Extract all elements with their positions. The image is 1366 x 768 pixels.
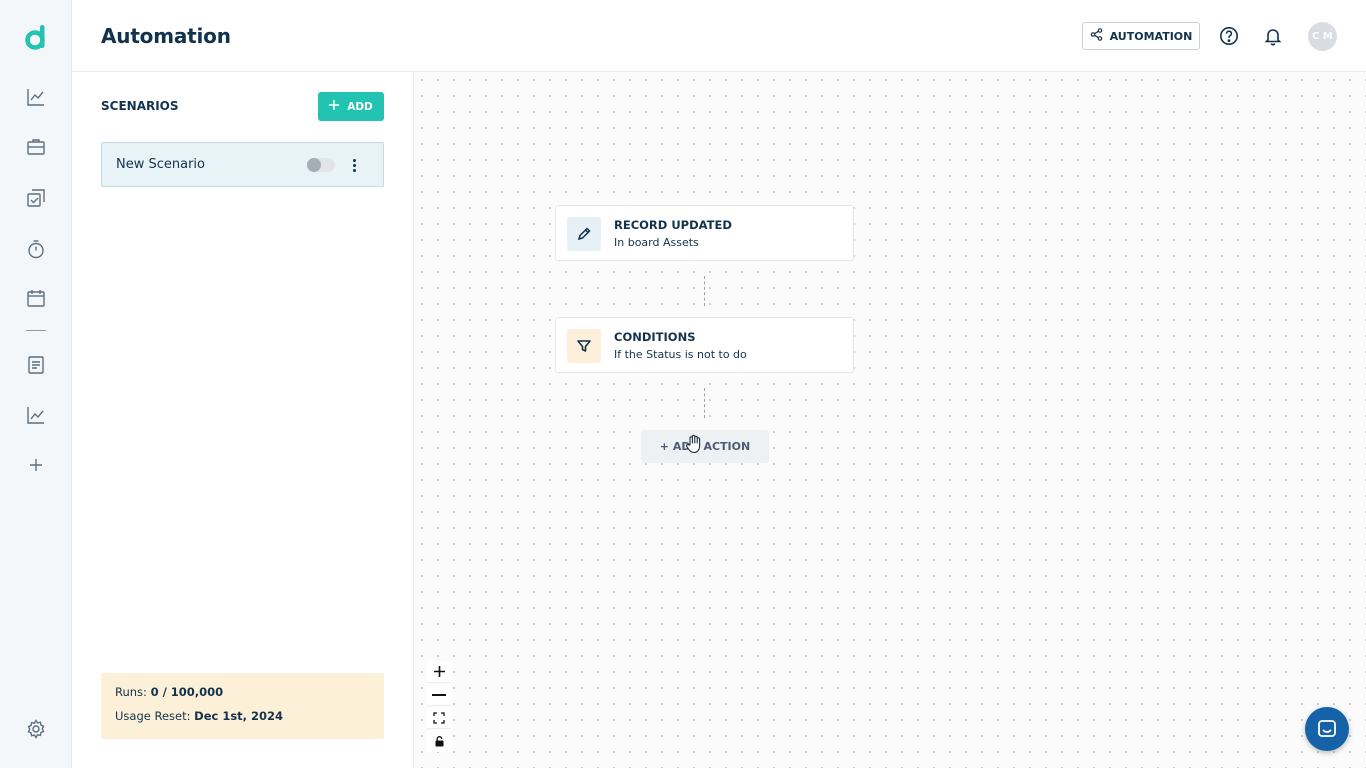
timer-icon[interactable] [24, 237, 48, 261]
scenarios-panel: SCENARIOS ADD New Scenario Runs: 0 / 100… [72, 72, 414, 768]
condition-subtitle: If the Status is not to do [614, 348, 747, 361]
automation-button[interactable]: AUTOMATION [1082, 22, 1200, 50]
scenarios-title: SCENARIOS [101, 99, 179, 113]
filter-icon [567, 329, 601, 363]
hand-cursor-icon [685, 434, 703, 454]
settings-icon[interactable] [24, 717, 48, 741]
zoom-out-icon[interactable] [427, 684, 451, 706]
lock-icon[interactable] [427, 730, 451, 752]
scenario-toggle[interactable] [307, 158, 335, 172]
runs-value: 0 / 100,000 [150, 685, 224, 699]
add-icon[interactable] [24, 453, 48, 477]
automation-button-label: AUTOMATION [1109, 29, 1193, 43]
usage-reset-line: Usage Reset: Dec 1st, 2024 [115, 709, 283, 723]
add-scenario-button[interactable]: ADD [318, 92, 384, 121]
connector-line [704, 388, 705, 418]
scenario-name: New Scenario [116, 157, 206, 172]
fit-view-icon[interactable] [427, 707, 451, 729]
condition-node[interactable]: CONDITIONS If the Status is not to do [555, 317, 854, 373]
pencil-icon [567, 217, 601, 251]
trigger-title: RECORD UPDATED [614, 218, 732, 232]
share-nodes-icon [1090, 28, 1103, 44]
trigger-node[interactable]: RECORD UPDATED In board Assets [555, 205, 854, 261]
runs-line: Runs: 0 / 100,000 [115, 685, 223, 699]
plus-icon [329, 100, 340, 113]
sidebar-rail [0, 0, 72, 768]
usage-reset-value: Dec 1st, 2024 [194, 709, 284, 723]
connector-line [704, 276, 705, 306]
avatar[interactable]: C M [1308, 22, 1337, 51]
document-icon[interactable] [24, 353, 48, 377]
zoom-in-icon[interactable] [427, 661, 451, 683]
calendar-icon[interactable] [24, 286, 48, 310]
add-action-button[interactable]: + ADD ACTION [641, 430, 769, 463]
runs-label: Runs: [115, 685, 147, 699]
scenario-item[interactable]: New Scenario [101, 142, 384, 187]
tasks-icon[interactable] [24, 186, 48, 210]
add-scenario-label: ADD [347, 100, 373, 113]
help-icon[interactable] [1217, 24, 1241, 48]
condition-title: CONDITIONS [614, 330, 696, 344]
more-options-icon[interactable] [348, 156, 360, 174]
flow-canvas[interactable]: RECORD UPDATED In board Assets CONDITION… [414, 72, 1366, 768]
top-header: Automation AUTOMATION C M [72, 0, 1366, 72]
analytics-icon[interactable] [24, 85, 48, 109]
trigger-subtitle: In board Assets [614, 236, 699, 249]
reports-icon[interactable] [24, 403, 48, 427]
bell-icon[interactable] [1261, 24, 1285, 48]
logo-d-icon[interactable] [23, 23, 51, 51]
chat-icon[interactable] [1305, 707, 1349, 751]
usage-reset-label: Usage Reset: [115, 709, 191, 723]
briefcase-icon[interactable] [24, 135, 48, 159]
page-title: Automation [101, 24, 231, 48]
usage-box: Runs: 0 / 100,000 Usage Reset: Dec 1st, … [101, 673, 384, 739]
rail-divider [26, 330, 46, 331]
